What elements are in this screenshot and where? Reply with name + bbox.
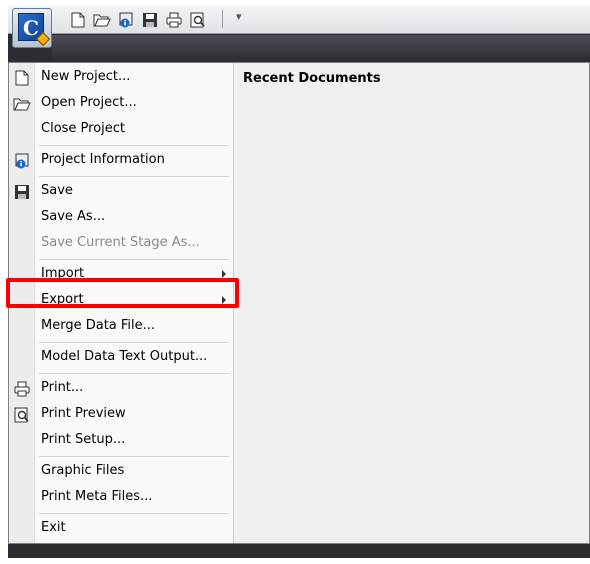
menu-item-label: Print... [41, 380, 84, 395]
menu-item-save-as[interactable]: Save As... [9, 205, 234, 231]
project-info-icon[interactable] [116, 10, 136, 30]
menu-item-label: Graphic Files [41, 463, 125, 478]
menu-item-label: Save [41, 183, 73, 198]
menu-item-print-preview[interactable]: Print Preview [9, 402, 234, 428]
save-icon[interactable] [140, 10, 160, 30]
menu-item-merge-data-file[interactable]: Merge Data File... [9, 314, 234, 340]
menu-item-label: Save As... [41, 209, 106, 224]
submenu-arrow-icon [222, 270, 226, 278]
window-bottom-frame [8, 544, 590, 558]
menu-item-print-meta-files[interactable]: Print Meta Files... [9, 485, 234, 511]
new-file-icon [13, 69, 31, 87]
menu-separator [39, 259, 229, 260]
menu-item-label: Print Setup... [41, 432, 126, 447]
new-icon[interactable] [68, 10, 88, 30]
menu-item-label: Merge Data File... [41, 318, 156, 333]
open-icon[interactable] [92, 10, 112, 30]
menu-item-print[interactable]: Print... [9, 376, 234, 402]
menu-item-project-information[interactable]: Project Information [9, 148, 234, 174]
toolbar-divider [222, 10, 223, 28]
project-info-icon [13, 152, 31, 170]
ribbon-bar [52, 35, 590, 61]
print-icon[interactable] [164, 10, 184, 30]
open-folder-icon [13, 95, 31, 113]
menu-separator [39, 456, 229, 457]
recent-documents-pane: Recent Documents [235, 63, 589, 543]
menu-separator [39, 342, 229, 343]
menu-separator [39, 176, 229, 177]
menu-item-save[interactable]: Save [9, 179, 234, 205]
menu-separator [39, 373, 229, 374]
menu-item-model-data-text-output[interactable]: Model Data Text Output... [9, 345, 234, 371]
menu-item-label: Print Preview [41, 406, 126, 421]
menu-item-new-project[interactable]: New Project... [9, 65, 234, 91]
menu-item-label: Print Meta Files... [41, 489, 153, 504]
menu-separator [39, 513, 229, 514]
menu-separator [39, 145, 229, 146]
menu-item-close-project[interactable]: Close Project [9, 117, 234, 143]
menu-item-print-setup[interactable]: Print Setup... [9, 428, 234, 454]
menu-item-save-current-stage: Save Current Stage As... [9, 231, 234, 257]
customize-toolbar-icon[interactable]: ▾ [236, 10, 242, 23]
recent-documents-title: Recent Documents [243, 71, 381, 86]
quick-access-toolbar [68, 8, 208, 32]
menu-item-label: New Project... [41, 69, 131, 84]
menu-item-label: Model Data Text Output... [41, 349, 208, 364]
menu-item-label: Save Current Stage As... [41, 235, 200, 250]
application-menu-button[interactable]: C [12, 8, 52, 48]
menu-item-open-project[interactable]: Open Project... [9, 91, 234, 117]
highlight-box [6, 278, 239, 308]
print-preview-icon[interactable] [188, 10, 208, 30]
save-icon [13, 183, 31, 201]
menu-item-label: Exit [41, 520, 66, 535]
menu-item-exit[interactable]: Exit [9, 516, 234, 542]
menu-item-label: Close Project [41, 121, 126, 136]
print-preview-icon [13, 406, 31, 424]
menu-item-graphic-files[interactable]: Graphic Files [9, 459, 234, 485]
print-icon [13, 380, 31, 398]
menu-item-label: Project Information [41, 152, 165, 167]
menu-item-label: Open Project... [41, 95, 137, 110]
